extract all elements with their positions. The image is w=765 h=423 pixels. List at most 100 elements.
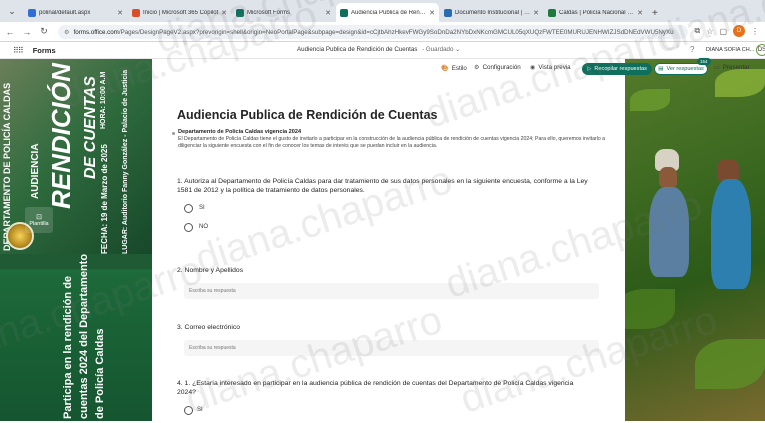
collect-responses-button[interactable]: ▷ Recopilar respuestas [582,63,652,75]
tab-favicon [28,8,36,17]
palette-icon: 🎨 [441,65,449,72]
face-shape [717,159,739,181]
name-answer-input[interactable]: Escriba su respuesta [184,283,599,299]
view-responses-label: Ver respuestas [666,66,704,72]
browser-tab-1[interactable]: Inicio | Microsoft 365 Copilot ✕ [128,3,231,22]
preview-label: Vista previa [538,64,571,71]
banner-bottom-line-3: de Policía Caldas [94,328,106,419]
eye-icon: ◉ [530,64,536,71]
forward-icon[interactable]: → [20,27,34,37]
user-avatar[interactable]: DS [756,44,765,56]
bookmark-star-icon[interactable]: ☆ [706,27,713,36]
radio-no[interactable] [184,223,193,232]
leaf-shape [625,289,675,329]
responses-count-badge: 154 [697,58,711,65]
form-title[interactable]: Audiencia Publica de Rendición de Cuenta… [177,108,437,122]
present-button[interactable]: ▭ Presentar [714,64,750,71]
sidebar-icon[interactable]: ▢ [719,27,727,36]
banner-bottom-line-1: Participa en la rendición de [62,275,74,419]
question-2[interactable]: 2. Nombre y Apellidos [177,266,243,275]
tab-close-icon[interactable]: ✕ [533,9,539,17]
saved-label: Guardado [425,46,454,53]
profile-avatar[interactable]: D [733,25,745,37]
present-icon: ▭ [714,64,720,71]
leaf-shape [695,339,765,389]
url-field[interactable]: ⚙ forms.office.com /Pages/DesignPageV2.a… [58,25,688,39]
app-launcher-icon[interactable]: ⠿⠿ [13,46,24,55]
theme-banner-image: DEPARTAMENTO DE POLICÍA CALDAS AUDIENCIA… [0,59,152,421]
tab-favicon [132,8,140,17]
browser-tab-5[interactable]: Caldas | Policía Nacional de Co…✕ [544,3,647,22]
banner-hora-text: HORA: 10:00 A.M [100,71,107,129]
radio-q4-si[interactable] [184,406,193,415]
form-description[interactable]: El Departamento de Policía Caldas tiene … [178,136,608,150]
tab-close-icon[interactable]: ✕ [429,9,435,17]
question-1[interactable]: 1. Autoriza al Departamento de Policía C… [177,177,597,195]
chart-icon: ▤ [658,66,664,72]
banner-bottom-line-2: cuentas 2024 del Departamento [78,253,90,419]
site-info-icon[interactable]: ⚙ [64,29,70,36]
banner-rendicion-text: RENDICIÓN [46,63,76,209]
browser-menu-icon[interactable]: ⋮ [751,27,759,36]
back-icon[interactable]: ← [3,27,17,37]
tab-close-icon[interactable]: ✕ [221,9,227,17]
settings-label: Configuración [482,64,521,71]
tab-close-icon[interactable]: ✕ [325,9,331,17]
tab-favicon [548,8,556,17]
user-name[interactable]: DIANA SOFIA CH... [706,47,754,53]
present-label: Presentar [722,64,750,71]
style-label: Estilo [451,65,467,72]
shirt-shape [649,187,689,277]
question-3[interactable]: 3. Correo electrónico [177,323,240,332]
browser-tab-0[interactable]: polinal/default.aspx ✕ [24,3,127,22]
screenshot-icon[interactable]: ⧉ [695,26,701,36]
question-4[interactable]: 4. 1. ¿Estaría interesado en participar … [177,379,587,397]
document-title[interactable]: Audiencia Publica de Rendición de Cuenta… [297,46,460,53]
face-shape [659,167,677,187]
tab-favicon [236,8,244,17]
preview-button[interactable]: ◉ Vista previa [530,64,571,71]
new-tab-icon[interactable]: + [652,8,658,19]
style-button[interactable]: 🎨 Estilo [441,64,467,72]
tab-label: Documento Institucional | Copilot [455,9,531,16]
send-icon: ▷ [587,66,592,72]
app-name[interactable]: Forms [33,46,56,55]
gear-icon: ⚙ [474,64,480,71]
help-icon[interactable]: ? [690,45,694,54]
banner-bottom-graphic [0,269,152,421]
window-menu-icon[interactable]: ⌄ [4,3,20,19]
saved-status: - Guardado ⌄ [422,46,461,53]
email-answer-input[interactable]: Escriba su respuesta [184,340,599,356]
template-button[interactable]: ⊡ Plantilla [25,207,53,233]
reload-icon[interactable]: ↻ [37,26,51,37]
settings-button[interactable]: ⚙ Configuración [474,64,521,71]
template-icon: ⊡ [36,214,42,221]
section-title[interactable]: Departamento de Policía Caldas vigencia … [178,129,301,135]
tab-label: Audiencia Publica de Rendición [351,9,428,16]
banner-audiencia-text: AUDIENCIA [30,143,41,199]
option-q4-si-label: SI [197,407,203,413]
tab-label: Caldas | Policía Nacional de Co… [559,9,635,16]
address-bar: ← → ↻ ⚙ forms.office.com /Pages/DesignPa… [0,22,765,42]
url-domain: forms.office.com [73,28,119,36]
browser-tab-bar: ⌄ polinal/default.aspx ✕ Inicio | Microso… [0,0,765,22]
forms-header: ⠿⠿ Forms Audiencia Publica de Rendición … [0,42,765,59]
tab-favicon [340,8,348,17]
form-card: Audiencia Publica de Rendición de Cuenta… [152,81,625,421]
browser-tab-4[interactable]: Documento Institucional | Copilot✕ [440,3,543,22]
tab-label: Microsoft Forms [247,9,291,16]
banner-lugar-text: LUGAR: Auditorio Fanny González - Palaci… [122,69,129,254]
section-bullet-icon [172,132,175,135]
tab-close-icon[interactable]: ✕ [117,9,123,17]
banner-divider [0,254,152,269]
theme-photo-image [625,59,765,421]
browser-tab-2[interactable]: Microsoft Forms ✕ [232,3,335,22]
document-title-text: Audiencia Publica de Rendición de Cuenta… [297,46,418,53]
tab-close-icon[interactable]: ✕ [637,9,643,17]
radio-si[interactable] [184,204,193,213]
shirt-shape [711,179,751,289]
browser-tab-3[interactable]: Audiencia Publica de Rendición ✕ [336,3,439,22]
template-label: Plantilla [29,221,49,227]
collect-responses-label: Recopilar respuestas [594,66,647,72]
option-si-label: SI [199,205,205,211]
